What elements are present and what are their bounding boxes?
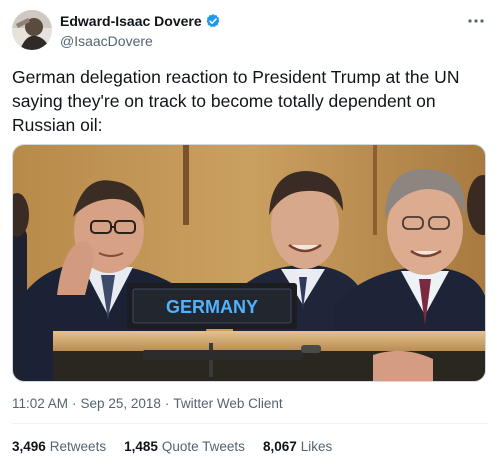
quote-tweets-label: Quote Tweets bbox=[161, 439, 245, 454]
author-handle[interactable]: @IsaacDovere bbox=[60, 33, 221, 49]
tweet-stats-row: 3,496 Retweets 1,485 Quote Tweets 8,067 Lik… bbox=[12, 439, 350, 454]
tweet-media-image[interactable]: GERMANY bbox=[12, 144, 486, 382]
quote-tweets-stat[interactable]: 1,485 Quote Tweets bbox=[124, 439, 245, 454]
tweet-timestamp-row: 11:02 AM · Sep 25, 2018 · Twitter Web Cl… bbox=[12, 396, 283, 411]
tweet-card: Edward-Isaac Dovere @IsaacDovere German … bbox=[0, 0, 500, 469]
verified-badge-icon bbox=[205, 13, 221, 29]
retweets-count: 3,496 bbox=[12, 439, 46, 454]
more-options-icon[interactable] bbox=[466, 14, 486, 26]
avatar[interactable] bbox=[12, 10, 52, 50]
retweets-label: Retweets bbox=[49, 439, 107, 454]
tweet-time[interactable]: 11:02 AM bbox=[12, 396, 68, 411]
divider bbox=[12, 423, 488, 424]
tweet-date[interactable]: Sep 25, 2018 bbox=[81, 396, 161, 411]
likes-label: Likes bbox=[300, 439, 333, 454]
meta-separator: · bbox=[72, 396, 77, 411]
tweet-text: German delegation reaction to President … bbox=[12, 67, 460, 135]
author-block: Edward-Isaac Dovere @IsaacDovere bbox=[60, 12, 221, 49]
quote-tweets-count: 1,485 bbox=[124, 439, 158, 454]
author-display-name[interactable]: Edward-Isaac Dovere bbox=[60, 13, 202, 29]
tweet-client[interactable]: Twitter Web Client bbox=[173, 396, 282, 411]
nameplate-text: GERMANY bbox=[166, 297, 258, 317]
meta-separator: · bbox=[164, 396, 170, 411]
retweets-stat[interactable]: 3,496 Retweets bbox=[12, 439, 106, 454]
likes-count: 8,067 bbox=[262, 439, 297, 454]
likes-stat[interactable]: 8,067 Likes bbox=[263, 439, 332, 454]
